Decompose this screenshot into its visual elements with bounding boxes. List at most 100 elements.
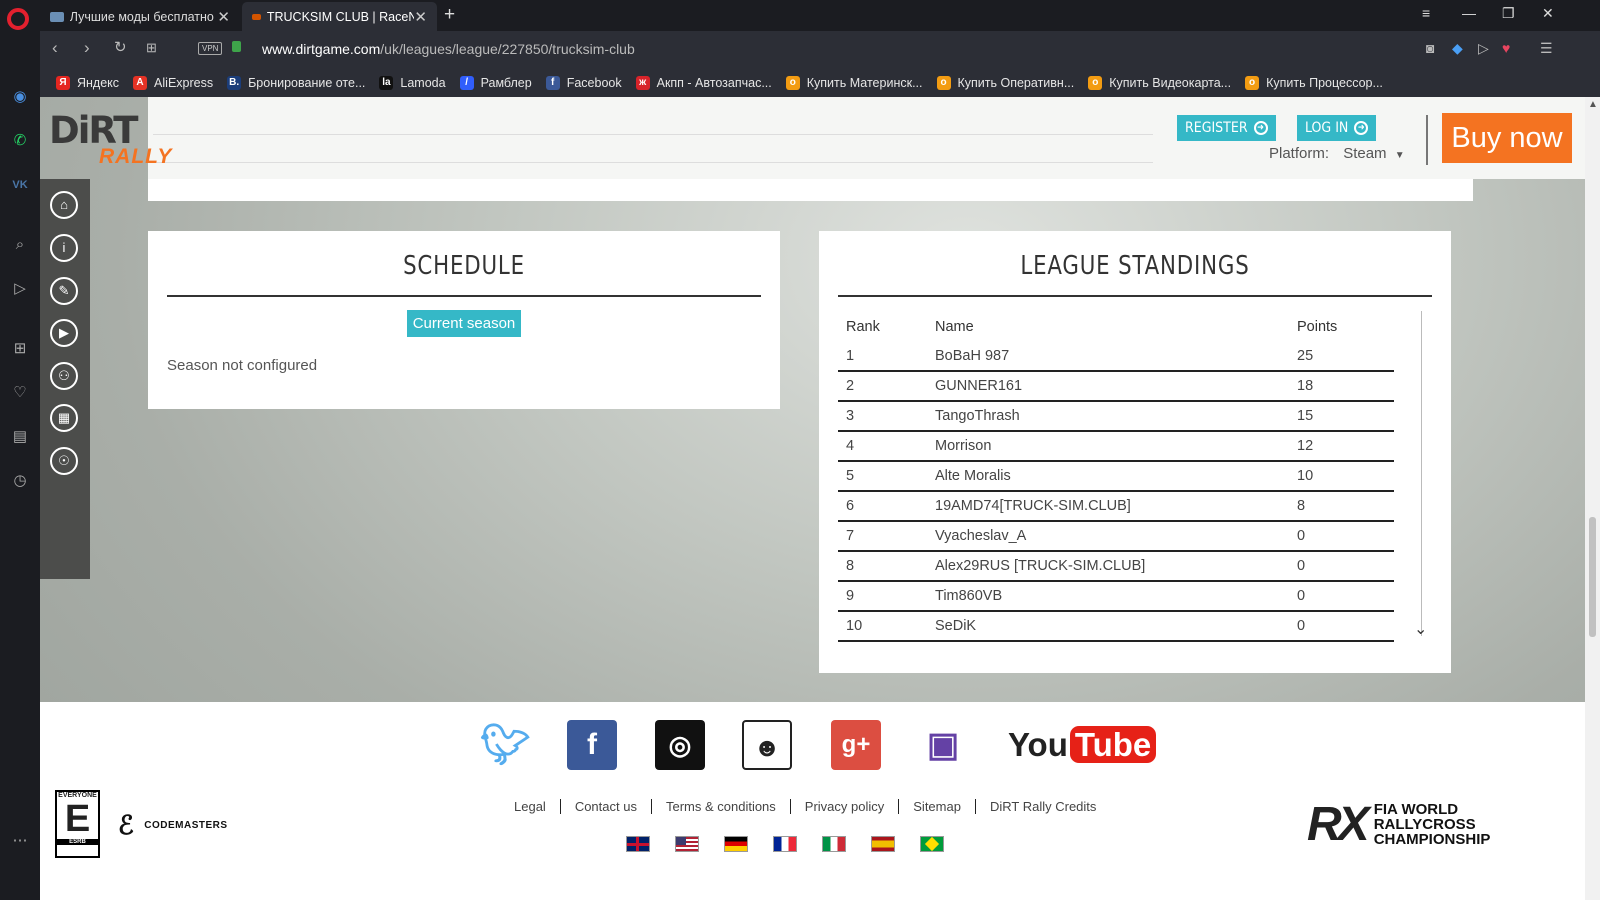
bookmark-label: Яндекс bbox=[77, 75, 120, 90]
history-icon[interactable]: ◷ bbox=[10, 471, 30, 491]
back-icon[interactable]: ‹ bbox=[52, 38, 58, 58]
footer-link[interactable]: Privacy policy bbox=[791, 799, 900, 814]
flag-es-icon[interactable] bbox=[871, 836, 895, 852]
table-row[interactable]: 9 Tim860VB 0 bbox=[838, 581, 1394, 612]
scroll-thumb[interactable] bbox=[1589, 517, 1596, 637]
search-icon[interactable]: ⌕ bbox=[10, 235, 30, 255]
table-row[interactable]: 7 Vyacheslav_A 0 bbox=[838, 521, 1394, 552]
reddit-icon[interactable]: ☻ bbox=[742, 720, 792, 770]
browser-tab[interactable]: Лучшие моды бесплатно ✕ bbox=[40, 2, 240, 31]
edit-icon[interactable]: ✎ bbox=[50, 277, 78, 305]
cell-points: 18 bbox=[1289, 371, 1394, 402]
restore-icon[interactable]: ❐ bbox=[1502, 5, 1515, 22]
more-icon[interactable]: ⋯ bbox=[10, 831, 30, 851]
bookmark-label: Lamoda bbox=[400, 75, 446, 90]
community-icon[interactable]: ⚇ bbox=[50, 362, 78, 390]
vk-icon[interactable]: VK bbox=[10, 175, 30, 195]
page-scrollbar[interactable]: ▲ bbox=[1585, 97, 1600, 900]
apps-icon[interactable]: ⊞ bbox=[10, 339, 30, 359]
cell-rank: 6 bbox=[838, 491, 927, 522]
close-tab-icon[interactable]: ✕ bbox=[414, 8, 427, 26]
facebook-icon[interactable]: f bbox=[567, 720, 617, 770]
scroll-up-icon[interactable]: ▲ bbox=[1588, 99, 1598, 110]
forward-icon[interactable]: › bbox=[84, 38, 90, 58]
table-row[interactable]: 3 TangoThrash 15 bbox=[838, 401, 1394, 432]
play-icon[interactable]: ▶ bbox=[50, 319, 78, 347]
reload-icon[interactable]: ↻ bbox=[114, 38, 127, 56]
vpn-badge[interactable]: VPN bbox=[198, 42, 223, 55]
flag-us-icon[interactable] bbox=[675, 836, 699, 852]
footer-link[interactable]: Terms & conditions bbox=[652, 799, 791, 814]
google-plus-icon[interactable]: g+ bbox=[831, 720, 881, 770]
news-icon[interactable]: ▤ bbox=[10, 427, 30, 447]
bookmark-item[interactable]: la Lamoda bbox=[379, 75, 446, 90]
bookmark-item[interactable]: o Купить Материнск... bbox=[785, 75, 923, 90]
twitch-icon[interactable]: ▣ bbox=[918, 720, 968, 770]
camera-icon[interactable]: ◙ bbox=[1426, 40, 1434, 56]
instagram-icon[interactable]: ◎ bbox=[655, 720, 705, 770]
info-icon[interactable]: i bbox=[50, 234, 78, 262]
speed-dial-icon[interactable]: ⊞ bbox=[146, 40, 157, 56]
lock-icon[interactable] bbox=[232, 41, 241, 52]
browser-tab-active[interactable]: TRUCKSIM CLUB | RaceNet ✕ bbox=[242, 2, 437, 31]
easy-setup-icon[interactable]: ☰ bbox=[1540, 40, 1553, 57]
table-row[interactable]: 5 Alte Moralis 10 bbox=[838, 461, 1394, 492]
twitter-icon[interactable]: 🐦︎ bbox=[480, 720, 531, 770]
dirt-rally-logo[interactable]: DiRT RALLY bbox=[49, 109, 171, 169]
bookmark-item[interactable]: o Купить Оперативн... bbox=[936, 75, 1074, 90]
bookmark-item[interactable]: A AliExpress bbox=[133, 75, 213, 90]
register-button[interactable]: REGISTER ➜ bbox=[1177, 115, 1276, 141]
table-row[interactable]: 2 GUNNER161 18 bbox=[838, 371, 1394, 402]
close-window-icon[interactable]: ✕ bbox=[1542, 5, 1554, 22]
send-icon[interactable]: ▷ bbox=[1478, 40, 1489, 57]
calendar-icon[interactable]: ▦ bbox=[50, 404, 78, 432]
new-tab-icon[interactable]: + bbox=[444, 4, 455, 26]
bookmark-item[interactable]: Я Яндекс bbox=[56, 75, 120, 90]
table-row[interactable]: 4 Morrison 12 bbox=[838, 431, 1394, 462]
footer-link[interactable]: Legal bbox=[500, 799, 561, 814]
bookmark-item[interactable]: B. Бронирование оте... bbox=[227, 75, 365, 90]
tab-menu-icon[interactable]: ≡ bbox=[1422, 5, 1430, 21]
current-season-button[interactable]: Current season bbox=[407, 310, 521, 337]
table-row[interactable]: 8 Alex29RUS [TRUCK-SIM.CLUB] 0 bbox=[838, 551, 1394, 582]
flag-it-icon[interactable] bbox=[822, 836, 846, 852]
footer-link[interactable]: Contact us bbox=[561, 799, 652, 814]
bookmark-item[interactable]: ж Акпп - Автозапчас... bbox=[635, 75, 772, 90]
close-tab-icon[interactable]: ✕ bbox=[217, 8, 230, 26]
fia-rallycross-logo[interactable]: RX FIA WORLD RALLYCROSS CHAMPIONSHIP bbox=[1307, 797, 1490, 852]
flag-fr-icon[interactable] bbox=[773, 836, 797, 852]
home-icon[interactable]: ⌂ bbox=[50, 191, 78, 219]
footer-link[interactable]: Sitemap bbox=[899, 799, 976, 814]
table-scrollbar[interactable] bbox=[1421, 311, 1422, 636]
youtube-icon[interactable]: You Tube bbox=[1008, 726, 1157, 766]
send-icon[interactable]: ▷ bbox=[10, 279, 30, 299]
login-button[interactable]: LOG IN ➜ bbox=[1297, 115, 1377, 141]
codemasters-logo[interactable]: ℰ CODEMASTERS bbox=[118, 810, 228, 841]
footer-link[interactable]: DiRT Rally Credits bbox=[976, 799, 1110, 814]
cell-name: BoBaH 987 bbox=[927, 341, 1289, 372]
flag-br-icon[interactable] bbox=[920, 836, 944, 852]
heart-icon[interactable]: ♡ bbox=[10, 383, 30, 403]
cell-points: 0 bbox=[1289, 551, 1394, 582]
heart-icon[interactable]: ♥ bbox=[1502, 40, 1510, 56]
shield-icon[interactable]: ◆ bbox=[1452, 40, 1463, 57]
bookmark-item[interactable]: o Купить Видеокарта... bbox=[1088, 75, 1231, 90]
flag-uk-icon[interactable] bbox=[626, 836, 650, 852]
table-row[interactable]: 6 19AMD74[TRUCK-SIM.CLUB] 8 bbox=[838, 491, 1394, 522]
messenger-icon[interactable]: ◉ bbox=[10, 87, 30, 107]
table-row[interactable]: 10 SeDiK 0 bbox=[838, 611, 1394, 642]
bookmark-item[interactable]: / Рамблер bbox=[459, 75, 532, 90]
minimize-icon[interactable]: — bbox=[1462, 5, 1476, 21]
bookmark-item[interactable]: o Купить Процессор... bbox=[1245, 75, 1383, 90]
bookmark-item[interactable]: f Facebook bbox=[545, 75, 622, 90]
trophy-icon[interactable]: ☉ bbox=[50, 447, 78, 475]
buy-now-button[interactable]: Buy now bbox=[1442, 113, 1572, 163]
whatsapp-icon[interactable]: ✆ bbox=[10, 131, 30, 151]
url-field[interactable]: www.dirtgame.com/uk/leagues/league/22785… bbox=[262, 41, 635, 57]
opera-logo-icon[interactable] bbox=[7, 8, 29, 30]
table-row[interactable]: 1 BoBaH 987 25 bbox=[838, 341, 1394, 372]
flag-de-icon[interactable] bbox=[724, 836, 748, 852]
platform-selector[interactable]: Platform: Steam ▼ bbox=[1269, 145, 1405, 162]
chevron-down-icon[interactable]: ⌄ bbox=[1414, 619, 1427, 639]
header-bottom-bar bbox=[148, 179, 1473, 201]
